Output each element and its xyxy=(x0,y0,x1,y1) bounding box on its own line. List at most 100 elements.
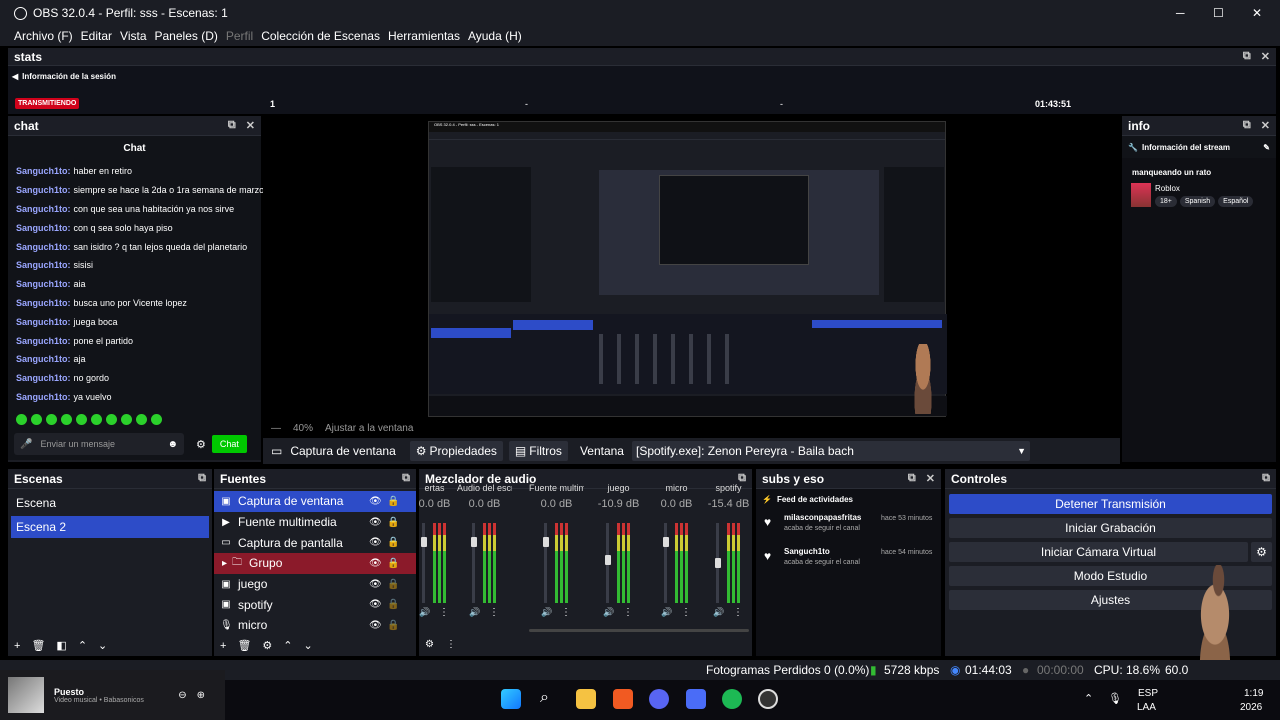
source-item[interactable]: 🎙 micro 👁 🔒 xyxy=(214,615,416,636)
more-icon[interactable]: ⋮ xyxy=(733,607,743,618)
chat-username[interactable]: Sanguch1to: xyxy=(16,260,71,270)
zoom-minus[interactable]: — xyxy=(271,423,281,434)
more-icon[interactable]: ⋮ xyxy=(681,607,691,618)
fader-knob[interactable] xyxy=(420,537,427,547)
minimize-icon[interactable]: ─ xyxy=(1176,6,1185,20)
fader-knob[interactable] xyxy=(714,558,721,568)
clock-date[interactable]: 2026 xyxy=(1240,702,1262,713)
source-item[interactable]: ▣ spotify 👁 🔒 xyxy=(214,594,416,615)
speaker-icon[interactable]: 🔊 xyxy=(419,607,430,618)
chat-username[interactable]: Sanguch1to: xyxy=(16,317,71,327)
emote-icon[interactable] xyxy=(91,413,102,425)
pause-icon[interactable]: ⊖ xyxy=(178,690,186,701)
scene-escena-2[interactable]: Escena 2 xyxy=(11,516,209,538)
media-widget[interactable]: Puesto Video musical • Babasonicos ⊖ ⊕ xyxy=(0,670,225,720)
close-icon[interactable]: ✕ xyxy=(1261,119,1270,132)
start-virtual-camera-button[interactable]: Iniciar Cámara Virtual xyxy=(949,542,1248,562)
close-icon[interactable]: ✕ xyxy=(1261,50,1270,63)
emote-icon[interactable] xyxy=(136,413,147,425)
scene-escena[interactable]: Escena xyxy=(8,492,212,514)
speaker-icon[interactable]: 🔊 xyxy=(603,607,614,618)
lock-icon[interactable]: 🔒 xyxy=(387,558,399,569)
close-icon[interactable]: ✕ xyxy=(926,472,935,485)
chat-username[interactable]: Sanguch1to: xyxy=(16,354,71,364)
chat-username[interactable]: Sanguch1to: xyxy=(16,185,71,195)
add-scene-icon[interactable]: + xyxy=(14,640,20,652)
source-item[interactable]: ▣ juego 👁 🔒 xyxy=(214,574,416,595)
float-icon[interactable]: ⧉ xyxy=(228,119,236,132)
filter-icon[interactable]: ◧ xyxy=(56,639,66,652)
fader-knob[interactable] xyxy=(604,554,611,565)
zoom-level[interactable]: 40% xyxy=(293,423,313,434)
lock-icon[interactable]: 🔒 xyxy=(387,537,399,548)
visibility-icon[interactable]: 👁 xyxy=(369,599,382,610)
chat-username[interactable]: Sanguch1to: xyxy=(16,298,71,308)
volume-fader[interactable] xyxy=(542,523,549,603)
chevron-up-icon[interactable]: ⌃ xyxy=(1084,692,1093,705)
zoom-fit[interactable]: Ajustar a la ventana xyxy=(325,423,413,434)
source-item[interactable]: ▣ Captura de ventana 👁 🔒 xyxy=(214,491,416,512)
menu-perfil[interactable]: Perfil xyxy=(226,29,253,43)
menu-vista[interactable]: Vista xyxy=(120,29,146,43)
emoji-icon[interactable]: ☻ xyxy=(167,439,178,450)
move-up-icon[interactable]: ⌃ xyxy=(283,639,292,652)
close-icon[interactable]: ✕ xyxy=(246,119,255,132)
mixer-scrollbar[interactable] xyxy=(529,629,749,632)
float-icon[interactable]: ⧉ xyxy=(908,472,916,485)
more-icon[interactable]: ⋮ xyxy=(446,639,456,650)
stop-streaming-button[interactable]: Detener Transmisión xyxy=(949,494,1272,514)
start-recording-button[interactable]: Iniciar Grabación xyxy=(949,518,1272,538)
emote-icon[interactable] xyxy=(76,413,87,425)
menu-paneles[interactable]: Paneles (D) xyxy=(155,29,218,43)
visibility-icon[interactable]: 👁 xyxy=(369,537,382,548)
menu-ayuda[interactable]: Ayuda (H) xyxy=(468,29,522,43)
lock-icon[interactable]: 🔒 xyxy=(387,496,399,507)
mic-icon[interactable]: 🎤 xyxy=(20,439,32,450)
visibility-icon[interactable]: 👁 xyxy=(369,517,382,528)
lock-icon[interactable]: 🔒 xyxy=(387,599,399,610)
move-down-icon[interactable]: ⌄ xyxy=(98,639,107,652)
fader-knob[interactable] xyxy=(542,537,549,547)
emote-icon[interactable] xyxy=(151,413,162,425)
settings-icon[interactable]: ⚙ xyxy=(196,438,206,451)
visibility-icon[interactable]: 👁 xyxy=(369,496,382,507)
float-icon[interactable]: ⧉ xyxy=(198,472,206,485)
window-select[interactable]: [Spotify.exe]: Zenon Pereyra - Baila bac… xyxy=(631,441,1030,461)
discord-icon[interactable] xyxy=(649,689,669,709)
menu-escenas[interactable]: Colección de Escenas xyxy=(261,29,380,43)
chat-username[interactable]: Sanguch1to: xyxy=(16,373,71,383)
emote-icon[interactable] xyxy=(61,413,72,425)
speaker-icon[interactable]: 🔊 xyxy=(541,607,552,618)
maximize-icon[interactable]: ☐ xyxy=(1213,6,1224,20)
visibility-icon[interactable]: 👁 xyxy=(369,620,382,631)
volume-fader[interactable] xyxy=(662,523,669,603)
properties-button[interactable]: ⚙ Propiedades xyxy=(409,441,503,461)
virtual-camera-settings-button[interactable]: ⚙ xyxy=(1251,542,1272,562)
volume-fader[interactable] xyxy=(470,523,477,603)
more-icon[interactable]: ⋮ xyxy=(623,607,633,618)
emote-icon[interactable] xyxy=(46,413,57,425)
visibility-icon[interactable]: 👁 xyxy=(369,579,382,590)
chat-username[interactable]: Sanguch1to: xyxy=(16,223,71,233)
chat-username[interactable]: Sanguch1to: xyxy=(16,279,71,289)
keyboard-lang[interactable]: ESP xyxy=(1138,688,1158,699)
emote-icon[interactable] xyxy=(121,413,132,425)
volume-fader[interactable] xyxy=(714,523,721,603)
move-up-icon[interactable]: ⌃ xyxy=(78,639,87,652)
add-source-icon[interactable]: + xyxy=(220,640,226,652)
keyboard-layout[interactable]: LAA xyxy=(1137,702,1156,713)
gear-icon[interactable]: ⚙ xyxy=(262,639,272,652)
trash-icon[interactable]: 🗑 xyxy=(237,639,251,652)
menu-archivo[interactable]: Archivo (F) xyxy=(14,29,73,43)
play-icon[interactable]: ⊕ xyxy=(197,690,205,701)
chat-username[interactable]: Sanguch1to: xyxy=(16,392,71,402)
chat-username[interactable]: Sanguch1to: xyxy=(16,204,71,214)
file-explorer-icon[interactable] xyxy=(576,689,596,709)
search-icon[interactable]: ⌕ xyxy=(540,689,549,707)
windows-start-icon[interactable] xyxy=(501,689,521,709)
source-item[interactable]: ▶ Fuente multimedia 👁 🔒 xyxy=(214,512,416,533)
chat-input[interactable]: 🎤 Enviar un mensaje ☻ xyxy=(14,433,184,455)
mic-tray-icon[interactable]: 🎙 xyxy=(1108,692,1122,705)
chat-send-button[interactable]: Chat xyxy=(211,435,247,453)
emote-icon[interactable] xyxy=(16,413,27,425)
